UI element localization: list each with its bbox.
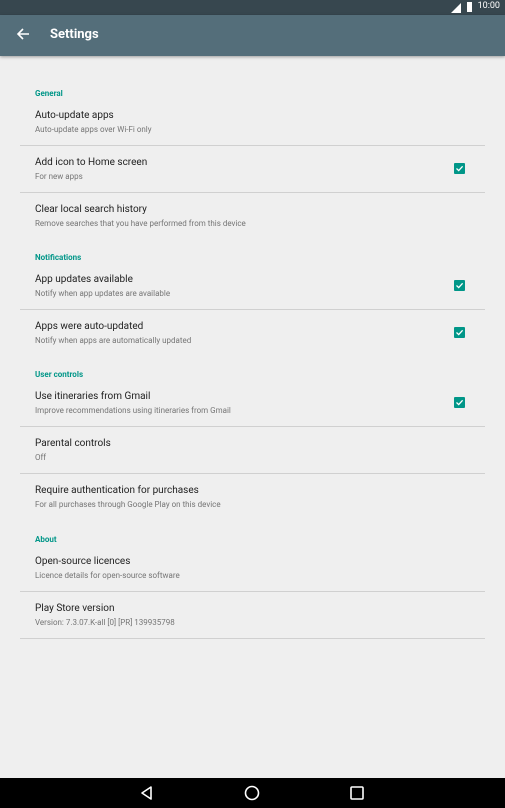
section-notifications: Notifications bbox=[35, 253, 82, 262]
setting-subtitle: Remove searches that you have performed … bbox=[35, 219, 246, 228]
setting-app-updates[interactable]: App updates available Notify when app up… bbox=[20, 263, 485, 310]
back-nav-icon[interactable] bbox=[138, 784, 156, 802]
setting-subtitle: Version: 7.3.07.K-all [0] [PR] 139935798 bbox=[35, 618, 175, 627]
back-arrow-icon[interactable] bbox=[13, 24, 33, 44]
page-title: Settings bbox=[50, 27, 99, 42]
app-updates-checkbox[interactable] bbox=[454, 280, 465, 291]
setting-subtitle: Notify when apps are automatically updat… bbox=[35, 336, 192, 345]
setting-title: Auto-update apps bbox=[35, 110, 114, 121]
itineraries-checkbox[interactable] bbox=[454, 397, 465, 408]
setting-title: App updates available bbox=[35, 274, 133, 285]
setting-auto-update[interactable]: Auto-update apps Auto-update apps over W… bbox=[20, 99, 485, 146]
setting-title: Require authentication for purchases bbox=[35, 485, 199, 496]
setting-title: Add icon to Home screen bbox=[35, 157, 148, 168]
signal-icon bbox=[451, 3, 461, 13]
setting-require-auth[interactable]: Require authentication for purchases For… bbox=[20, 474, 485, 521]
setting-subtitle: For new apps bbox=[35, 172, 83, 181]
setting-subtitle: For all purchases through Google Play on… bbox=[35, 500, 221, 509]
status-bar: 10:00 bbox=[0, 0, 505, 15]
setting-play-store-version[interactable]: Play Store version Version: 7.3.07.K-all… bbox=[20, 592, 485, 639]
recents-nav-icon[interactable] bbox=[348, 784, 366, 802]
setting-title: Open-source licences bbox=[35, 556, 131, 567]
app-bar: Settings bbox=[0, 15, 505, 56]
setting-itineraries[interactable]: Use itineraries from Gmail Improve recom… bbox=[20, 380, 485, 427]
section-about: About bbox=[35, 535, 57, 544]
setting-subtitle: Off bbox=[35, 453, 47, 462]
setting-title: Apps were auto-updated bbox=[35, 321, 144, 332]
setting-add-icon[interactable]: Add icon to Home screen For new apps bbox=[20, 146, 485, 193]
setting-title: Parental controls bbox=[35, 438, 111, 449]
setting-title: Clear local search history bbox=[35, 204, 147, 215]
setting-title: Play Store version bbox=[35, 603, 115, 614]
section-general: General bbox=[35, 89, 63, 98]
setting-subtitle: Licence details for open-source software bbox=[35, 571, 180, 580]
setting-clear-history[interactable]: Clear local search history Remove search… bbox=[20, 193, 485, 240]
setting-parental-controls[interactable]: Parental controls Off bbox=[20, 427, 485, 474]
add-icon-checkbox[interactable] bbox=[454, 163, 465, 174]
status-time: 10:00 bbox=[477, 1, 500, 11]
setting-auto-updated[interactable]: Apps were auto-updated Notify when apps … bbox=[20, 310, 485, 357]
battery-icon bbox=[467, 2, 472, 12]
setting-subtitle: Auto-update apps over Wi-Fi only bbox=[35, 125, 152, 134]
section-user-controls: User controls bbox=[35, 370, 84, 379]
auto-updated-checkbox[interactable] bbox=[454, 327, 465, 338]
setting-licences[interactable]: Open-source licences Licence details for… bbox=[20, 545, 485, 592]
navigation-bar bbox=[0, 778, 505, 808]
setting-subtitle: Improve recommendations using itinerarie… bbox=[35, 406, 231, 415]
setting-subtitle: Notify when app updates are available bbox=[35, 289, 171, 298]
setting-title: Use itineraries from Gmail bbox=[35, 391, 151, 402]
home-nav-icon[interactable] bbox=[243, 784, 261, 802]
